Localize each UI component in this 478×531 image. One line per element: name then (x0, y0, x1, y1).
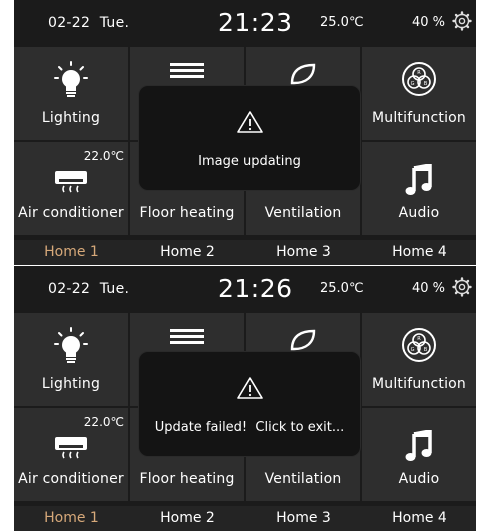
tab-home-1[interactable]: Home 1 (14, 510, 129, 526)
music-note-icon (405, 430, 432, 461)
status-bar: 02-22 Tue. 21:23 25.0℃ 40 % (14, 0, 476, 48)
tile-label: Multifunction (371, 110, 466, 126)
air-conditioner-icon (55, 437, 87, 459)
air-conditioner-icon (55, 171, 87, 193)
temperature-readout: 25.0℃ (320, 281, 364, 296)
gear-icon[interactable] (452, 277, 472, 297)
tile-label: Lighting (41, 376, 101, 392)
svg-text:G: G (411, 81, 415, 87)
svg-text:R: R (417, 336, 421, 342)
lightbulb-icon (54, 61, 88, 97)
tab-home-2[interactable]: Home 2 (130, 244, 245, 260)
date-text: 02-22 Tue. (48, 15, 130, 31)
curtain-icon (170, 63, 204, 78)
humidity-readout: 40 % (412, 281, 446, 296)
tab-home-3[interactable]: Home 3 (246, 244, 361, 260)
tile-multifunction[interactable]: R G B Multifunction (362, 313, 476, 406)
ac-temperature: 22.0℃ (83, 415, 124, 429)
tab-home-1[interactable]: Home 1 (14, 244, 129, 260)
ac-temperature: 22.0℃ (83, 149, 124, 163)
tile-audio[interactable]: Audio (362, 408, 476, 501)
tile-label: Floor heating (139, 205, 235, 221)
update-dialog: Image updating (139, 86, 360, 190)
tile-lighting[interactable]: Lighting (14, 47, 128, 140)
gear-icon[interactable] (452, 11, 472, 31)
home-tabs: Home 1 Home 2 Home 3 Home 4 (14, 506, 476, 531)
lightbulb-icon (54, 327, 88, 363)
leaf-icon (290, 329, 316, 351)
tab-home-2[interactable]: Home 2 (130, 510, 245, 526)
clock: 21:26 (218, 274, 293, 303)
tile-label: Ventilation (264, 205, 342, 221)
music-note-icon (405, 164, 432, 195)
svg-text:R: R (417, 70, 421, 76)
status-bar: 02-22 Tue. 21:26 25.0℃ 40 % (14, 266, 476, 314)
panel-screen-1: 02-22 Tue. 21:23 25.0℃ 40 % Lighting R G… (14, 0, 476, 265)
tile-label: Air conditioner (18, 471, 124, 487)
svg-text:B: B (424, 81, 428, 87)
warning-icon (237, 377, 263, 399)
tile-label: Audio (398, 471, 440, 487)
humidity-readout: 40 % (412, 15, 446, 30)
tile-lighting[interactable]: Lighting (14, 313, 128, 406)
tab-home-4[interactable]: Home 4 (362, 244, 476, 260)
leaf-icon (290, 63, 316, 85)
tile-air-conditioner[interactable]: 22.0℃ Air conditioner (14, 142, 128, 235)
tile-audio[interactable]: Audio (362, 142, 476, 235)
clock: 21:23 (218, 8, 293, 37)
svg-text:G: G (411, 347, 415, 353)
panel-screen-2: 02-22 Tue. 21:26 25.0℃ 40 % Lighting R G… (14, 266, 476, 531)
dialog-message[interactable]: Update failed! Click to exit... (139, 420, 360, 435)
rgb-icon: R G B (402, 328, 436, 362)
rgb-icon: R G B (402, 62, 436, 96)
tile-label: Multifunction (371, 376, 466, 392)
tab-home-3[interactable]: Home 3 (246, 510, 361, 526)
update-failed-dialog[interactable]: Update failed! Click to exit... (139, 352, 360, 456)
temperature-readout: 25.0℃ (320, 15, 364, 30)
dialog-message: Image updating (198, 154, 301, 169)
curtain-icon (170, 329, 204, 344)
tile-label: Audio (398, 205, 440, 221)
home-tabs: Home 1 Home 2 Home 3 Home 4 (14, 240, 476, 265)
warning-icon (237, 111, 263, 133)
tile-label: Floor heating (139, 471, 235, 487)
tile-multifunction[interactable]: R G B Multifunction (362, 47, 476, 140)
tile-air-conditioner[interactable]: 22.0℃ Air conditioner (14, 408, 128, 501)
tile-label: Lighting (41, 110, 101, 126)
date-text: 02-22 Tue. (48, 281, 130, 297)
tab-home-4[interactable]: Home 4 (362, 510, 476, 526)
svg-text:B: B (424, 347, 428, 353)
tile-label: Air conditioner (18, 205, 124, 221)
tile-label: Ventilation (264, 471, 342, 487)
